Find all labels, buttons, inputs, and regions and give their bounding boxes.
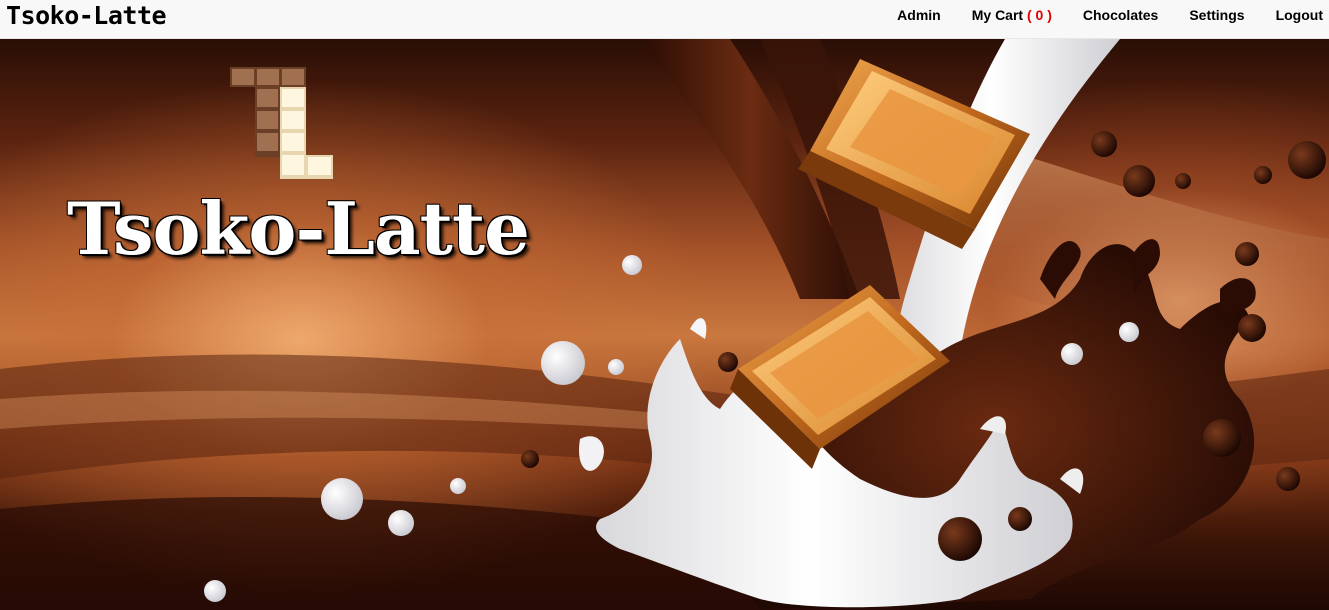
navbar: Tsoko-Latte Admin My Cart ( 0 ) Chocolat… xyxy=(0,0,1329,39)
nav-admin-link[interactable]: Admin xyxy=(882,7,957,23)
nav-cart-link[interactable]: My Cart ( 0 ) xyxy=(957,7,1068,23)
cart-label: My Cart xyxy=(971,7,1024,23)
chocolate-bar-logo-icon xyxy=(230,67,333,179)
nav-logout-link[interactable]: Logout xyxy=(1261,7,1329,23)
hero-logo-text: Tsoko-Latte xyxy=(67,186,530,271)
hero-artwork xyxy=(0,39,1329,610)
nav-links: Admin My Cart ( 0 ) Chocolates Settings … xyxy=(882,0,1329,30)
brand-link[interactable]: Tsoko-Latte xyxy=(6,1,167,31)
hero-banner: Tsoko-Latte xyxy=(0,39,1329,610)
cart-count-badge: ( 0 ) xyxy=(1026,7,1052,23)
nav-chocolates-link[interactable]: Chocolates xyxy=(1068,7,1174,23)
nav-settings-link[interactable]: Settings xyxy=(1174,7,1260,23)
